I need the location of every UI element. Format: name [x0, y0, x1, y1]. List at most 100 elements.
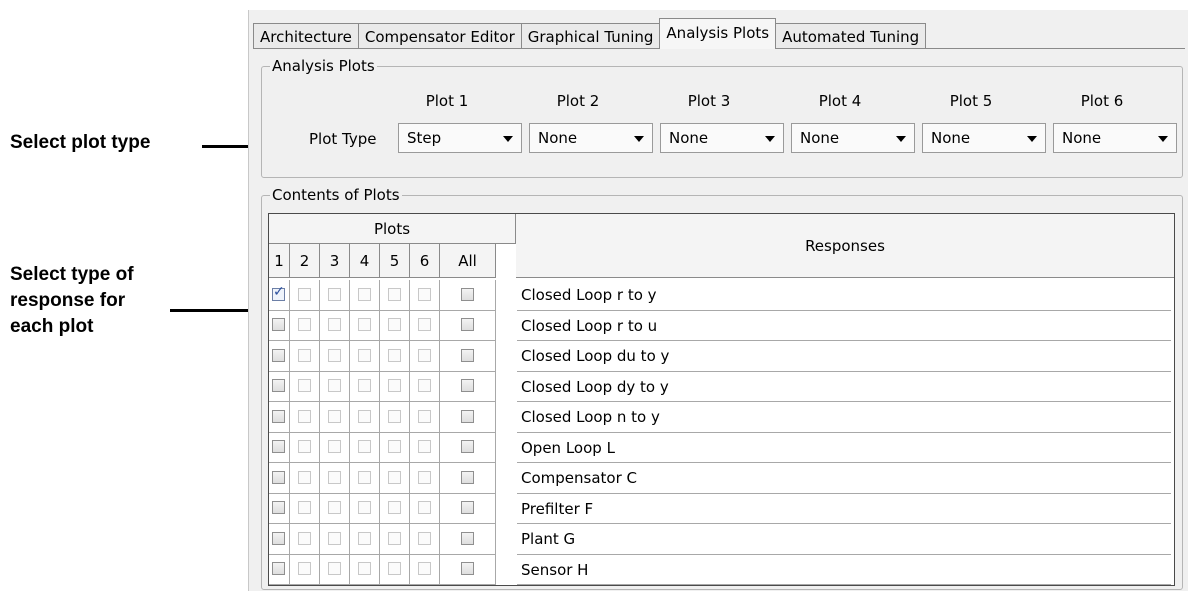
response-label[interactable]: Closed Loop r to u: [517, 311, 1171, 341]
plot-5-checkbox[interactable]: [387, 379, 401, 393]
analysis-plots-group-title: Analysis Plots: [270, 57, 377, 75]
plot-2-checkbox[interactable]: [297, 440, 311, 454]
plot-4-checkbox[interactable]: [357, 287, 371, 301]
plot-2-checkbox[interactable]: [297, 379, 311, 393]
plot-5-checkbox[interactable]: [387, 440, 401, 454]
plot-2-checkbox[interactable]: [297, 409, 311, 423]
plot-4-checkbox[interactable]: [357, 470, 371, 484]
plot-6-checkbox[interactable]: [417, 470, 431, 484]
plot-1-checkbox[interactable]: [272, 284, 285, 301]
plot-2-checkbox[interactable]: [297, 287, 311, 301]
response-label[interactable]: Closed Loop dy to y: [517, 372, 1171, 402]
response-label[interactable]: Compensator C: [517, 463, 1171, 494]
response-label[interactable]: Prefilter F: [517, 494, 1171, 524]
plot-2-checkbox[interactable]: [297, 501, 311, 515]
plot-3-checkbox[interactable]: [327, 409, 341, 423]
plot-1-checkbox[interactable]: [272, 531, 285, 545]
plot-1-checkbox[interactable]: [272, 409, 285, 423]
plot-4-checkbox[interactable]: [357, 501, 371, 515]
tab-automated-tuning[interactable]: Automated Tuning: [775, 23, 927, 49]
checkbox-cell: [269, 310, 290, 341]
plot-6-checkbox[interactable]: [417, 409, 431, 423]
response-label[interactable]: Closed Loop n to y: [517, 402, 1171, 433]
plot-1-checkbox[interactable]: [272, 562, 285, 576]
plot-1-checkbox[interactable]: [272, 470, 285, 484]
plot-6-checkbox[interactable]: [417, 287, 431, 301]
plot-3-checkbox[interactable]: [327, 501, 341, 515]
checkbox-cell: [440, 493, 496, 524]
plot-3-checkbox[interactable]: [327, 531, 341, 545]
checkbox-cell: [290, 371, 320, 402]
plot-3-checkbox[interactable]: [327, 379, 341, 393]
plot-5-header: Plot 5: [949, 92, 993, 110]
plot-5-checkbox[interactable]: [387, 470, 401, 484]
plot-2-checkbox[interactable]: [297, 470, 311, 484]
plot-3-type-select[interactable]: None: [660, 123, 784, 153]
plot-6-checkbox[interactable]: [417, 562, 431, 576]
response-label[interactable]: Open Loop L: [517, 433, 1171, 463]
plot-2-checkbox[interactable]: [297, 348, 311, 362]
plot-all-checkbox[interactable]: [460, 470, 474, 484]
plot-all-checkbox[interactable]: [460, 562, 474, 576]
plot-5-checkbox[interactable]: [387, 531, 401, 545]
plot-2-checkbox[interactable]: [297, 318, 311, 332]
plot-all-checkbox[interactable]: [460, 318, 474, 332]
plot-all-checkbox[interactable]: [460, 409, 474, 423]
plot-all-checkbox[interactable]: [460, 379, 474, 393]
plot-5-checkbox[interactable]: [387, 318, 401, 332]
plot-3-checkbox[interactable]: [327, 287, 341, 301]
plot-6-checkbox[interactable]: [417, 379, 431, 393]
checkbox-cell: [350, 524, 380, 555]
plot-2-checkbox[interactable]: [297, 562, 311, 576]
plot-6-checkbox[interactable]: [417, 348, 431, 362]
plot-4-checkbox[interactable]: [357, 348, 371, 362]
checkbox-cell: [380, 402, 410, 433]
plot-1-checkbox[interactable]: [272, 501, 285, 515]
plot-all-checkbox[interactable]: [460, 348, 474, 362]
tab-graphical-tuning[interactable]: Graphical Tuning: [520, 23, 661, 49]
plot-all-checkbox[interactable]: [460, 287, 474, 301]
plot-5-type-select[interactable]: None: [922, 123, 1046, 153]
plot-4-checkbox[interactable]: [357, 318, 371, 332]
plot-3-checkbox[interactable]: [327, 318, 341, 332]
tab-architecture[interactable]: Architecture: [253, 23, 359, 49]
plot-3-checkbox[interactable]: [327, 440, 341, 454]
plot-5-checkbox[interactable]: [387, 409, 401, 423]
plot-5-checkbox[interactable]: [387, 562, 401, 576]
plot-1-checkbox[interactable]: [272, 379, 285, 393]
plot-4-checkbox[interactable]: [357, 531, 371, 545]
plot-3-checkbox[interactable]: [327, 562, 341, 576]
response-label[interactable]: Closed Loop du to y: [517, 341, 1171, 372]
response-label[interactable]: Sensor H: [517, 555, 1171, 585]
plot-1-type-select[interactable]: Step: [398, 123, 522, 153]
plot-6-checkbox[interactable]: [417, 531, 431, 545]
plot-column-header-1: 1: [269, 244, 290, 278]
plot-5-checkbox[interactable]: [387, 287, 401, 301]
plot-all-checkbox[interactable]: [460, 501, 474, 515]
plot-5-checkbox[interactable]: [387, 348, 401, 362]
tab-compensator-editor[interactable]: Compensator Editor: [357, 23, 522, 49]
plot-4-type-select[interactable]: None: [791, 123, 915, 153]
tab-analysis-plots[interactable]: Analysis Plots: [659, 18, 777, 49]
plot-1-checkbox[interactable]: [272, 440, 285, 454]
plot-5-checkbox[interactable]: [387, 501, 401, 515]
checkbox-cell: [410, 524, 440, 555]
plot-6-checkbox[interactable]: [417, 318, 431, 332]
plot-6-type-select[interactable]: None: [1053, 123, 1177, 153]
plot-3-checkbox[interactable]: [327, 470, 341, 484]
plot-4-checkbox[interactable]: [357, 409, 371, 423]
response-label[interactable]: Closed Loop r to y: [517, 280, 1171, 311]
plot-all-checkbox[interactable]: [460, 440, 474, 454]
plot-1-checkbox[interactable]: [272, 348, 285, 362]
plot-4-checkbox[interactable]: [357, 562, 371, 576]
response-label[interactable]: Plant G: [517, 524, 1171, 555]
plot-1-checkbox[interactable]: [272, 318, 285, 332]
plot-all-checkbox[interactable]: [460, 531, 474, 545]
plot-6-checkbox[interactable]: [417, 440, 431, 454]
plot-6-checkbox[interactable]: [417, 501, 431, 515]
plot-4-checkbox[interactable]: [357, 379, 371, 393]
plot-4-checkbox[interactable]: [357, 440, 371, 454]
plot-3-checkbox[interactable]: [327, 348, 341, 362]
plot-2-type-select[interactable]: None: [529, 123, 653, 153]
plot-2-checkbox[interactable]: [297, 531, 311, 545]
